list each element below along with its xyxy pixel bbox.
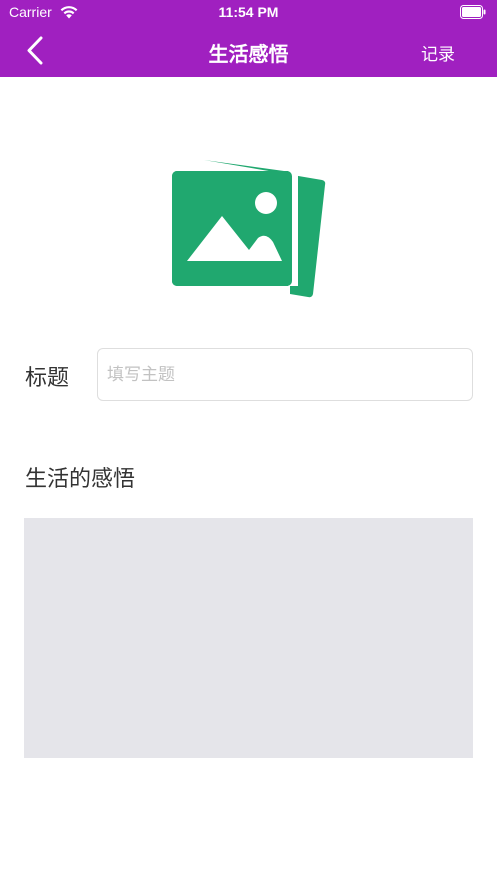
title-label: 标题 bbox=[25, 366, 70, 391]
photo-gallery-icon[interactable] bbox=[170, 158, 330, 298]
navigation-bar: 生活感悟 记录 bbox=[0, 26, 497, 77]
title-input[interactable] bbox=[97, 348, 473, 401]
status-bar: Carrier 11:54 PM bbox=[0, 0, 497, 26]
content-textarea[interactable] bbox=[24, 518, 473, 758]
battery-icon bbox=[460, 5, 486, 19]
record-button[interactable]: 记录 bbox=[421, 40, 455, 65]
status-time: 11:54 PM bbox=[218, 4, 279, 20]
content-label: 生活的感悟 bbox=[25, 467, 136, 492]
